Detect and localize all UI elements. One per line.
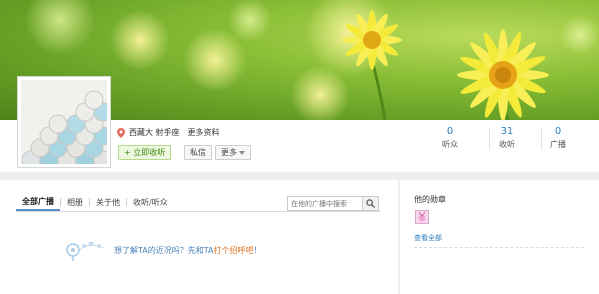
medals-title: 他的勋章 — [414, 195, 446, 204]
tab-following-listeners[interactable]: 收听/听众 — [127, 194, 174, 211]
location-line: 西藏大 射手座 更多资料 — [117, 127, 220, 138]
broadcast-search — [287, 196, 379, 211]
search-button[interactable] — [362, 197, 378, 210]
stat-value: 31 — [500, 126, 514, 137]
tab-all-broadcasts[interactable]: 全部广播 — [16, 194, 60, 211]
tab-album[interactable]: 相册 — [61, 194, 89, 211]
tab-label: 关于他 — [96, 198, 120, 207]
stat-following[interactable]: 31 收听 — [487, 126, 527, 150]
tab-label: 相册 — [67, 198, 83, 207]
medal-icon — [418, 211, 426, 222]
tab-label: 全部广播 — [22, 197, 54, 206]
stat-listeners[interactable]: 0 听众 — [430, 126, 470, 150]
avatar[interactable] — [17, 76, 111, 168]
location-pin-icon — [117, 127, 125, 138]
search-icon — [366, 199, 375, 208]
message-label: 私信 — [190, 148, 206, 157]
follow-label: + 立即收听 — [124, 148, 166, 157]
more-label: 更多 — [221, 148, 237, 157]
empty-state-suffix: ！ — [253, 245, 262, 255]
search-input[interactable] — [288, 197, 362, 210]
location-text: 西藏大 射手座 — [129, 128, 180, 137]
more-info-link[interactable]: 更多资料 — [188, 127, 220, 138]
stat-value: 0 — [554, 126, 562, 137]
empty-state-text: 想了解TA的近况吗？先和TA打个招呼吧！ — [114, 245, 261, 256]
medal-badge[interactable] — [415, 210, 429, 224]
divider — [414, 247, 584, 248]
whistle-icon — [66, 241, 105, 261]
stat-label: 广播 — [550, 140, 566, 149]
chevron-down-icon — [239, 150, 245, 155]
message-button[interactable]: 私信 — [184, 145, 212, 160]
empty-state-prompt: 想了解TA的近况吗？先和TA — [114, 245, 214, 255]
tab-label: 收听/听众 — [133, 198, 168, 207]
say-hello-link[interactable]: 打个招呼吧 — [213, 246, 253, 255]
more-button[interactable]: 更多 — [215, 145, 251, 160]
empty-state: 想了解TA的近况吗？先和TA打个招呼吧！ — [64, 238, 261, 262]
stat-label: 收听 — [499, 140, 515, 149]
see-all-medals-link[interactable]: 查看全部 — [414, 233, 442, 243]
tab-about[interactable]: 关于他 — [90, 194, 126, 211]
stat-label: 听众 — [442, 140, 458, 149]
stat-broadcasts[interactable]: 0 广播 — [538, 126, 578, 150]
follow-button[interactable]: + 立即收听 — [118, 145, 172, 160]
avatar-image — [21, 80, 107, 164]
stat-value: 0 — [446, 126, 454, 137]
